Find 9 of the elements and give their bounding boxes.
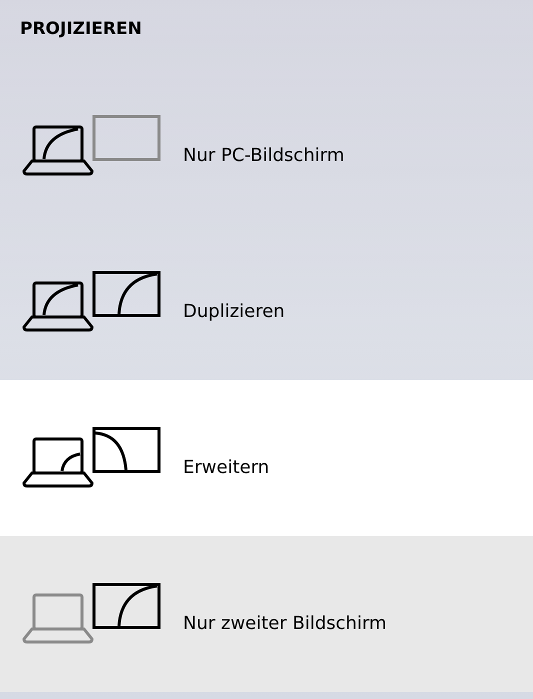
projection-option[interactable]: Nur PC-Bildschirm: [0, 68, 533, 224]
projection-option[interactable]: Duplizieren: [0, 224, 533, 380]
panel-title: PROJIZIEREN: [20, 18, 142, 41]
projection-option[interactable]: Erweitern: [0, 380, 533, 536]
display-mode-icon: [22, 583, 162, 645]
display-mode-icon: [22, 115, 162, 177]
projection-option[interactable]: Nur zweiter Bildschirm: [0, 536, 533, 692]
display-mode-icon: [22, 427, 162, 489]
display-mode-icon: [22, 271, 162, 333]
